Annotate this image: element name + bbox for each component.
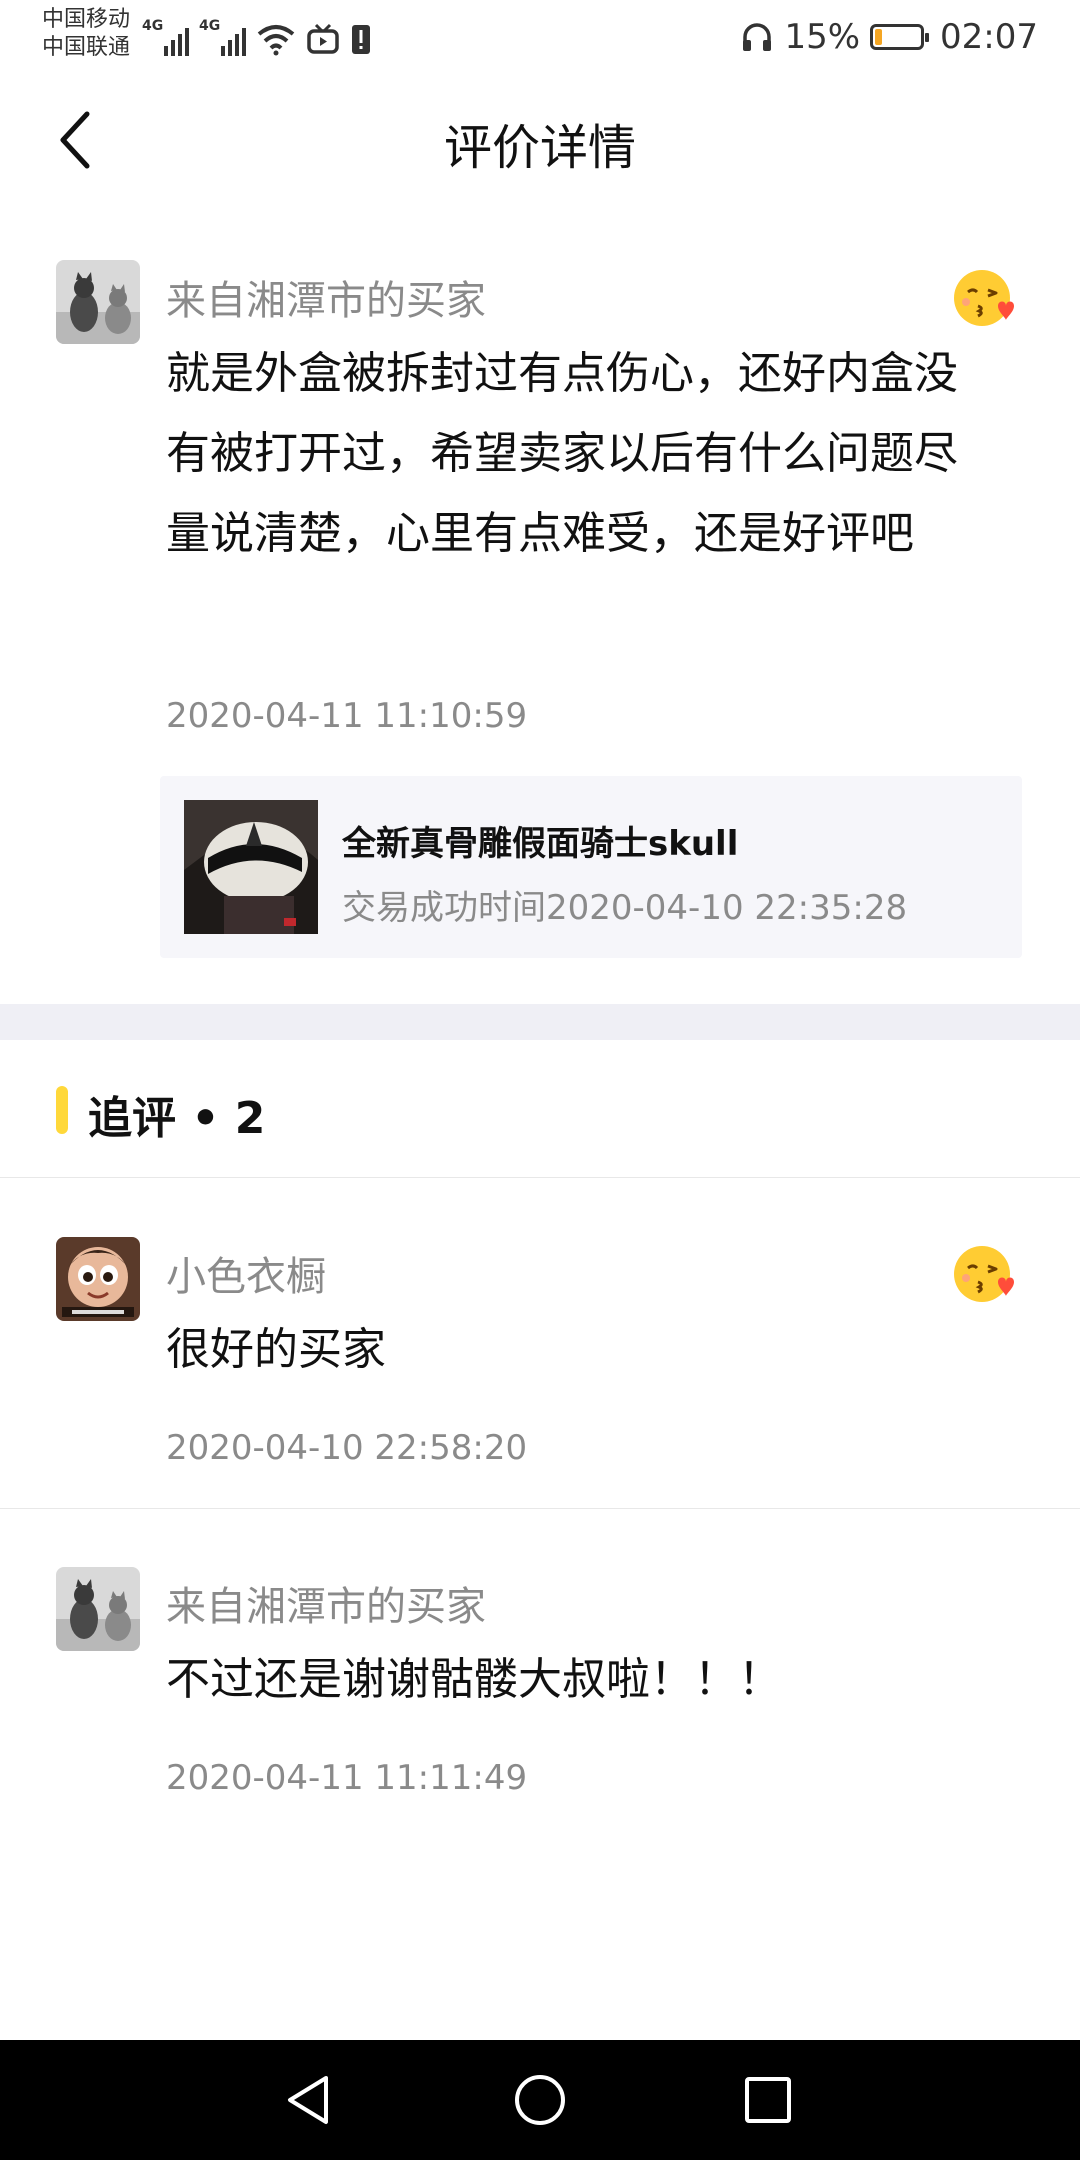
cartoon-avatar-image	[56, 1237, 140, 1321]
wifi-icon	[257, 25, 295, 56]
alert-icon	[352, 25, 370, 54]
followup-content: 很好的买家	[166, 1324, 386, 1375]
recents-square-icon	[745, 2077, 791, 2123]
status-icons-right: 15% 02:07	[740, 12, 1038, 62]
followup-content: 不过还是谢谢骷髅大叔啦！！！	[166, 1654, 782, 1705]
review-content: 就是外盒被拆封过有点伤心，还好内盒没有被打开过，希望卖家以后有什么问题尽量说清楚…	[166, 348, 958, 559]
kiss-heart-emoji-icon	[952, 266, 1016, 330]
battery-level-fill	[875, 29, 882, 45]
headphones-icon	[743, 23, 772, 51]
tv-icon	[307, 23, 339, 54]
status-bar: 中国移动 中国联通 4G 4G 15% 02:07	[0, 0, 1080, 72]
home-circle-icon	[515, 2075, 565, 2125]
network-type-1: 4G	[142, 18, 164, 34]
followup-title: 追评 • 2	[88, 1093, 266, 1144]
status-icons-left: 4G 4G	[142, 12, 372, 56]
product-thumbnail	[184, 800, 318, 934]
product-name: 全新真骨雕假面骑士skull	[342, 824, 739, 864]
battery-percent: 15%	[784, 17, 861, 57]
cats-avatar-image	[56, 1567, 140, 1651]
network-type-2: 4G	[199, 18, 221, 34]
followup-section-header: 追评 • 2	[0, 1040, 1080, 1178]
avatar[interactable]	[56, 260, 140, 344]
signal-icon: 4G	[142, 16, 189, 56]
back-triangle-icon	[288, 2076, 328, 2124]
product-card[interactable]: 全新真骨雕假面骑士skull 交易成功时间2020-04-10 22:35:28	[160, 776, 1022, 958]
avatar[interactable]	[56, 1237, 140, 1321]
product-trade-time: 交易成功时间2020-04-10 22:35:28	[342, 888, 908, 928]
system-nav-bar	[0, 2040, 1080, 2160]
page-title: 评价详情	[443, 120, 636, 176]
carrier-2: 中国联通	[42, 35, 131, 60]
followup-user-name: 小色衣橱	[166, 1254, 326, 1300]
nav-recents-button[interactable]	[728, 2060, 808, 2140]
kiss-heart-emoji-icon	[952, 1242, 1016, 1306]
followup-user-name: 来自湘潭市的买家	[166, 1584, 486, 1630]
followup-timestamp: 2020-04-11 11:11:49	[166, 1758, 528, 1798]
nav-home-button[interactable]	[500, 2060, 580, 2140]
nav-back-button[interactable]	[268, 2060, 348, 2140]
carrier-labels: 中国移动 中国联通	[42, 6, 130, 62]
battery-icon	[870, 24, 930, 50]
header: 评价详情	[0, 72, 1080, 212]
review-detail-page: 中国移动 中国联通 4G 4G 15% 02:07 评价详情 来自湘潭市的买家 …	[0, 0, 1080, 2160]
accent-bar	[56, 1086, 68, 1134]
section-separator	[0, 1004, 1080, 1040]
signal-icon: 4G	[199, 16, 246, 56]
review-timestamp: 2020-04-11 11:10:59	[166, 696, 528, 736]
followup-timestamp: 2020-04-10 22:58:20	[166, 1428, 528, 1468]
cats-avatar-image	[56, 260, 140, 344]
clock: 02:07	[940, 17, 1038, 57]
reviewer-name: 来自湘潭市的买家	[166, 278, 486, 324]
avatar[interactable]	[56, 1567, 140, 1651]
carrier-1: 中国移动	[42, 7, 131, 32]
divider	[0, 1508, 1080, 1509]
